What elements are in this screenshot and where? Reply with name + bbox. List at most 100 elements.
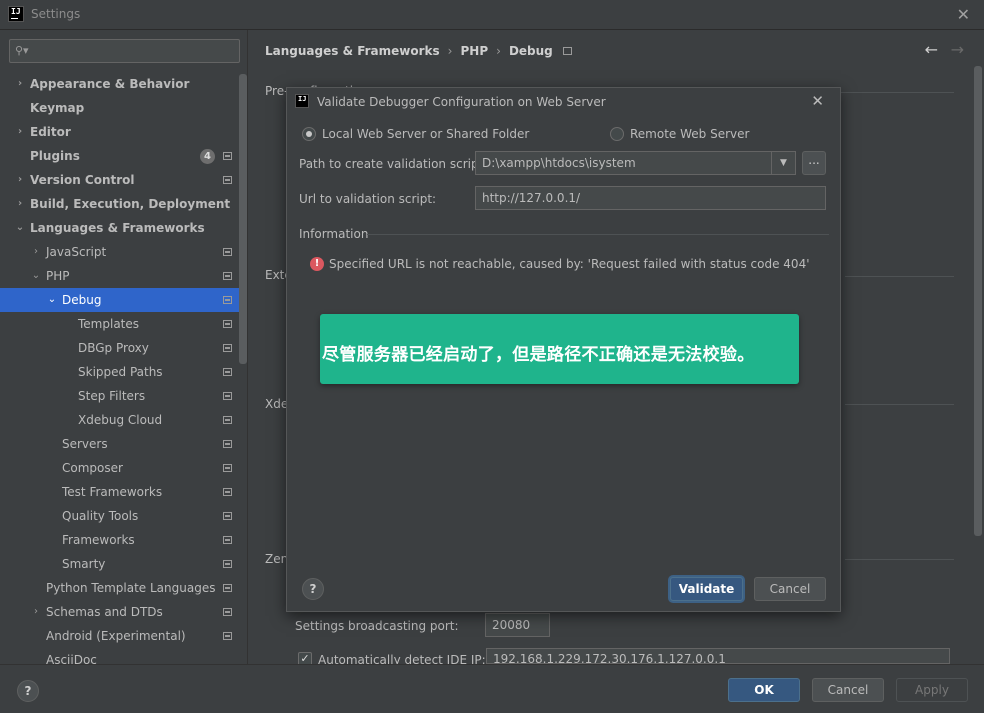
sidebar-item-step-filters[interactable]: Step Filters — [0, 384, 248, 408]
project-level-icon — [223, 632, 232, 640]
sidebar-item-xdebug-cloud[interactable]: Xdebug Cloud — [0, 408, 248, 432]
sidebar-item-quality-tools[interactable]: Quality Tools — [0, 504, 248, 528]
back-arrow-icon[interactable]: ← — [925, 40, 938, 59]
title-bar: IJ Settings ✕ — [0, 0, 984, 30]
sidebar-item-label: DBGp Proxy — [78, 336, 149, 360]
information-heading: Information — [299, 227, 368, 241]
dialog-help-button[interactable]: ? — [302, 578, 324, 600]
project-level-icon — [223, 272, 232, 280]
sidebar-item-languages-frameworks[interactable]: ⌄ Languages & Frameworks — [0, 216, 248, 240]
breadcrumb-item: Debug — [509, 44, 553, 58]
window-close-icon[interactable]: ✕ — [957, 5, 970, 24]
sidebar-item-label: Python Template Languages — [46, 576, 215, 600]
url-field[interactable]: http://127.0.0.1/ — [475, 186, 826, 210]
settings-sidebar: ⚲▾ › Appearance & Behavior Keymap › Edit… — [0, 30, 248, 664]
section-divider — [845, 404, 954, 405]
sidebar-item-php[interactable]: ⌄ PHP — [0, 264, 248, 288]
url-label: Url to validation script: — [299, 192, 436, 206]
local-server-label[interactable]: Local Web Server or Shared Folder — [322, 127, 529, 141]
sidebar-item-composer[interactable]: Composer — [0, 456, 248, 480]
chevron-right-icon: › — [448, 44, 453, 58]
dialog-title: Validate Debugger Configuration on Web S… — [317, 95, 606, 109]
sidebar-item-editor[interactable]: › Editor — [0, 120, 248, 144]
forward-arrow-icon[interactable]: → — [951, 40, 964, 59]
sidebar-item-android[interactable]: Android (Experimental) — [0, 624, 248, 648]
dialog-close-icon[interactable]: ✕ — [811, 92, 824, 110]
sidebar-item-label: Frameworks — [62, 528, 135, 552]
sidebar-item-label: Servers — [62, 432, 108, 456]
chevron-down-icon[interactable]: ⌄ — [46, 288, 58, 312]
help-button[interactable]: ? — [17, 680, 39, 702]
sidebar-item-label: Build, Execution, Deployment — [30, 192, 230, 216]
intellij-logo-icon: IJ — [295, 94, 309, 108]
project-level-icon — [223, 320, 232, 328]
project-level-icon — [223, 296, 232, 304]
sidebar-item-label: Debug — [62, 288, 101, 312]
sidebar-item-smarty[interactable]: Smarty — [0, 552, 248, 576]
sidebar-item-asciidoc[interactable]: AsciiDoc — [0, 648, 248, 664]
sidebar-item-label: Quality Tools — [62, 504, 138, 528]
chevron-down-icon[interactable]: ⌄ — [30, 264, 42, 288]
path-label: Path to create validation script: — [299, 157, 487, 171]
sidebar-scrollbar[interactable] — [239, 74, 247, 364]
broadcasting-port-field[interactable]: 20080 — [485, 613, 550, 637]
local-server-radio[interactable] — [302, 127, 316, 141]
sidebar-item-label: Skipped Paths — [78, 360, 163, 384]
chevron-right-icon[interactable]: › — [14, 120, 26, 144]
annotation-banner: 尽管服务器已经启动了，但是路径不正确还是无法校验。 — [320, 314, 799, 384]
intellij-logo-icon: IJ — [8, 6, 24, 22]
sidebar-item-version-control[interactable]: › Version Control — [0, 168, 248, 192]
project-level-icon — [223, 344, 232, 352]
project-level-icon — [223, 560, 232, 568]
main-scrollbar[interactable] — [974, 66, 982, 536]
chevron-right-icon[interactable]: › — [30, 600, 42, 624]
sidebar-item-label: Android (Experimental) — [46, 624, 186, 648]
ok-button[interactable]: OK — [728, 678, 800, 702]
sidebar-item-label: Editor — [30, 120, 71, 144]
chevron-right-icon[interactable]: › — [14, 192, 26, 216]
sidebar-item-label: Appearance & Behavior — [30, 72, 189, 96]
sidebar-item-skipped-paths[interactable]: Skipped Paths — [0, 360, 248, 384]
chevron-right-icon[interactable]: › — [14, 168, 26, 192]
auto-detect-ip-field[interactable]: 192.168.1.229,172.30.176.1,127.0.0.1 — [486, 648, 950, 664]
sidebar-item-label: Keymap — [30, 96, 84, 120]
chevron-down-icon[interactable]: ⌄ — [14, 216, 26, 240]
dropdown-arrow-icon[interactable]: ▼ — [771, 152, 795, 174]
sidebar-item-python-template-languages[interactable]: Python Template Languages — [0, 576, 248, 600]
chevron-right-icon[interactable]: › — [14, 72, 26, 96]
sidebar-item-label: Schemas and DTDs — [46, 600, 163, 624]
sidebar-item-templates[interactable]: Templates — [0, 312, 248, 336]
cancel-button[interactable]: Cancel — [812, 678, 884, 702]
remote-server-radio[interactable] — [610, 127, 624, 141]
sidebar-item-appearance[interactable]: › Appearance & Behavior — [0, 72, 248, 96]
sidebar-item-debug[interactable]: ⌄ Debug — [0, 288, 248, 312]
apply-button[interactable]: Apply — [896, 678, 968, 702]
browse-button[interactable]: ... — [802, 151, 826, 175]
sidebar-item-label: Plugins — [30, 144, 80, 168]
sidebar-item-servers[interactable]: Servers — [0, 432, 248, 456]
path-combobox[interactable]: D:\xampp\htdocs\isystem ▼ — [475, 151, 796, 175]
sidebar-item-label: Step Filters — [78, 384, 145, 408]
sidebar-item-label: PHP — [46, 264, 70, 288]
chevron-right-icon[interactable]: › — [30, 240, 42, 264]
sidebar-item-build[interactable]: › Build, Execution, Deployment — [0, 192, 248, 216]
project-level-icon — [223, 584, 232, 592]
window-title: Settings — [31, 7, 80, 21]
sidebar-item-plugins[interactable]: Plugins 4 — [0, 144, 248, 168]
sidebar-item-schemas-dtds[interactable]: › Schemas and DTDs — [0, 600, 248, 624]
project-level-icon — [563, 47, 572, 55]
sidebar-item-test-frameworks[interactable]: Test Frameworks — [0, 480, 248, 504]
breadcrumb-item: Languages & Frameworks — [265, 44, 440, 58]
settings-search-input[interactable]: ⚲▾ — [9, 39, 240, 63]
sidebar-item-label: Templates — [78, 312, 139, 336]
project-level-icon — [223, 608, 232, 616]
dialog-cancel-button[interactable]: Cancel — [754, 577, 826, 601]
remote-server-label[interactable]: Remote Web Server — [630, 127, 749, 141]
sidebar-item-keymap[interactable]: Keymap — [0, 96, 248, 120]
search-icon: ⚲▾ — [15, 44, 29, 57]
sidebar-item-dbgp-proxy[interactable]: DBGp Proxy — [0, 336, 248, 360]
sidebar-item-frameworks[interactable]: Frameworks — [0, 528, 248, 552]
validate-button[interactable]: Validate — [670, 577, 743, 601]
chevron-right-icon: › — [496, 44, 501, 58]
sidebar-item-javascript[interactable]: › JavaScript — [0, 240, 248, 264]
